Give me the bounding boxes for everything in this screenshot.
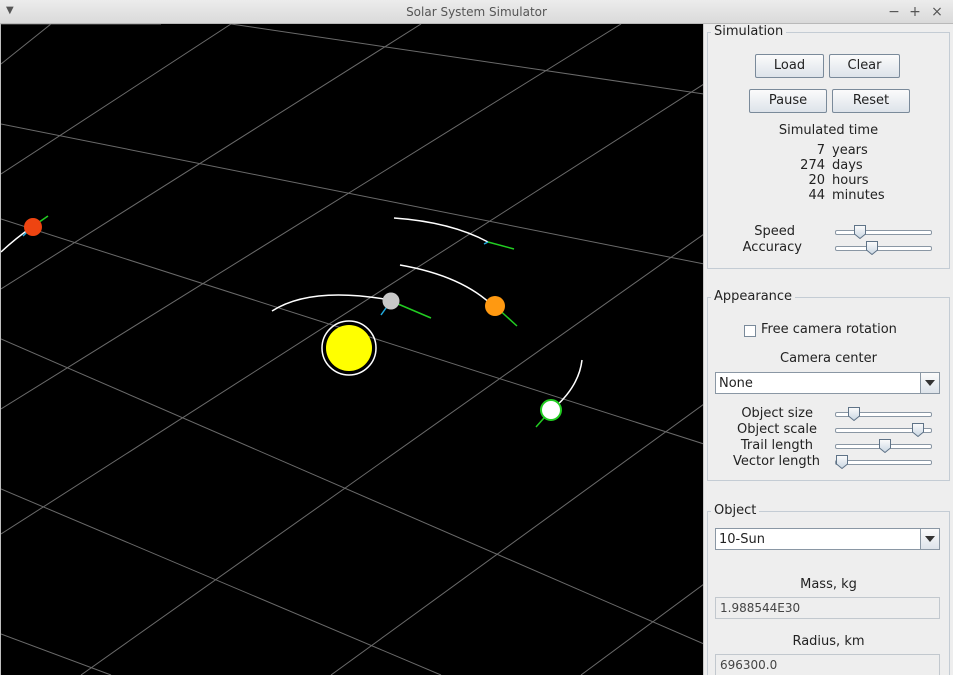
trail-length-label: Trail length — [740, 438, 813, 453]
maximize-icon[interactable]: + — [906, 3, 924, 21]
simulation-heading: Simulation — [711, 24, 787, 39]
appearance-group: Appearance Free camera rotation Camera c… — [707, 289, 950, 481]
control-panel: Simulation Load Clear Pause Reset Simula… — [703, 24, 953, 675]
object-size-slider-thumb[interactable] — [848, 407, 861, 422]
grey-planet[interactable] — [382, 292, 400, 310]
hours-value: 20 — [808, 173, 825, 188]
clear-button[interactable]: Clear — [829, 54, 900, 78]
object-scale-slider-thumb[interactable] — [912, 423, 925, 438]
accuracy-slider[interactable] — [835, 241, 932, 256]
pause-button[interactable]: Pause — [749, 89, 827, 113]
speed-slider[interactable] — [835, 225, 932, 240]
days-unit: days — [832, 158, 863, 173]
object-scale-label: Object scale — [737, 422, 817, 437]
vector-length-label: Vector length — [733, 454, 820, 469]
object-select-value: 10-Sun — [719, 532, 765, 547]
object-scale-slider[interactable] — [835, 423, 932, 438]
object-size-label: Object size — [741, 406, 813, 421]
accuracy-label: Accuracy — [742, 240, 802, 255]
years-unit: years — [832, 143, 868, 158]
mass-label: Mass, kg — [800, 577, 857, 592]
simulation-group: Simulation Load Clear Pause Reset Simula… — [707, 24, 950, 269]
object-select[interactable]: 10-Sun — [715, 528, 940, 550]
camera-center-label: Camera center — [780, 351, 877, 366]
simulation-viewport[interactable] — [0, 24, 703, 675]
radius-field[interactable]: 696300.0 — [715, 654, 940, 675]
space-canvas[interactable] — [1, 24, 703, 675]
appearance-heading: Appearance — [711, 289, 796, 304]
sun-icon[interactable] — [326, 325, 372, 371]
trail-length-slider[interactable] — [835, 439, 932, 454]
velocity-vectors — [22, 215, 560, 428]
chevron-down-icon[interactable] — [920, 373, 939, 393]
mass-field[interactable]: 1.988544E30 — [715, 597, 940, 619]
reset-button[interactable]: Reset — [832, 89, 910, 113]
radius-label: Radius, km — [792, 634, 865, 649]
orange-planet[interactable] — [485, 296, 505, 316]
vector-length-slider-thumb[interactable] — [835, 455, 848, 470]
load-button[interactable]: Load — [755, 54, 824, 78]
days-value: 274 — [800, 158, 825, 173]
speed-slider-thumb[interactable] — [854, 225, 867, 240]
object-group: Object 10-Sun Mass, kg 1.988544E30 Radiu… — [707, 503, 950, 675]
vector-length-slider[interactable] — [835, 455, 932, 470]
selected-planet[interactable] — [540, 399, 562, 421]
hours-unit: hours — [832, 173, 869, 188]
object-heading: Object — [711, 503, 760, 518]
object-size-slider[interactable] — [835, 407, 932, 422]
free-camera-checkbox[interactable] — [744, 325, 756, 337]
simulated-time-heading: Simulated time — [778, 123, 879, 138]
chevron-down-icon[interactable] — [920, 529, 939, 549]
camera-center-value: None — [719, 376, 753, 391]
years-value: 7 — [816, 143, 825, 158]
window-title: Solar System Simulator — [406, 5, 547, 19]
red-planet[interactable] — [24, 218, 42, 236]
camera-center-select[interactable]: None — [715, 372, 940, 394]
minutes-value: 44 — [808, 188, 825, 203]
accuracy-slider-thumb[interactable] — [865, 241, 878, 256]
trail-length-slider-thumb[interactable] — [879, 439, 892, 454]
speed-label: Speed — [754, 224, 795, 239]
close-icon[interactable]: × — [928, 3, 946, 21]
minutes-unit: minutes — [832, 188, 885, 203]
title-bar: ▼ Solar System Simulator − + × — [0, 0, 953, 24]
minimize-icon[interactable]: − — [885, 3, 903, 21]
free-camera-label[interactable]: Free camera rotation — [761, 322, 897, 337]
sun-body[interactable] — [321, 320, 377, 376]
